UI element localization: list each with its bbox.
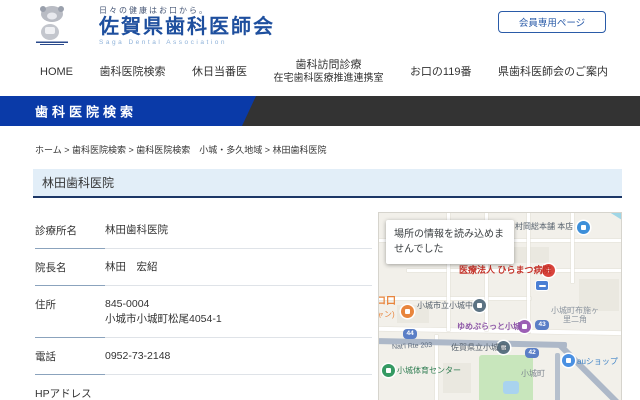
main-content: 診療所名 林田歯科医院 院長名 林田 宏紹 住所 845-0004 小城市小城町… — [35, 212, 640, 400]
nav-visiting-line2: 在宅歯科医療推進連携室 — [273, 72, 383, 85]
breadcrumb[interactable]: ホーム > 歯科医院検索 > 歯科医院検索 小城・多久地域 > 林田歯科医院 — [35, 143, 640, 156]
postal-code: 845-0004 — [105, 298, 149, 310]
nav-item-about[interactable]: 県歯科医師会のご案内 — [498, 66, 608, 79]
row-label: 電話 — [35, 338, 105, 375]
poi-label-cutoff-line2: ャン) — [378, 310, 395, 319]
page-banner: 歯科医院検索 — [0, 96, 640, 126]
route-shield-43: 43 — [535, 320, 549, 330]
area-label-ogimachi: 小城町 — [521, 369, 545, 378]
page-title: 林田歯科医院 — [33, 169, 622, 198]
row-label: 診療所名 — [35, 212, 105, 249]
row-label: 院長名 — [35, 249, 105, 286]
map-error-infobox: 場所の情報を読み込めませんでした — [386, 220, 514, 264]
area-label-fuse-line1: 小城町布施ヶ — [551, 306, 599, 315]
shop-icon[interactable] — [577, 221, 590, 234]
row-value: 845-0004 小城市小城町松尾4054-1 — [105, 286, 372, 338]
nav-item-mouth-119[interactable]: お口の119番 — [410, 66, 472, 79]
location-map[interactable]: 44 43 42 村岡総本舗 本店 医療法人 ひらまつ病院 小城市立小城中 ゆめ… — [378, 212, 622, 400]
area-label-fuse-line2: 里二角 — [563, 315, 587, 324]
poi-label-ogi-junior-high[interactable]: 小城市立小城中 — [417, 301, 473, 310]
row-value: 0952-73-2148 — [105, 338, 372, 375]
clinic-detail-table: 診療所名 林田歯科医院 院長名 林田 宏紹 住所 845-0004 小城市小城町… — [35, 212, 372, 400]
road-label-rte-203: Nat'l Rte 203 — [392, 341, 433, 352]
row-value — [105, 375, 372, 400]
member-page-button[interactable]: 会員専用ページ — [498, 11, 606, 33]
row-value: 林田歯科医院 — [105, 212, 372, 249]
poi-label-au-shop[interactable]: auショップ — [577, 357, 618, 366]
nav-visiting-line1: 歯科訪問診療 — [295, 59, 361, 71]
route-shield-44: 44 — [403, 329, 417, 339]
poi-label-hiramatsu[interactable]: 医療法人 ひらまつ病院 — [459, 266, 552, 275]
site-header: 日々の健康はお口から。 佐賀県歯科医師会 Saga Dental Associa… — [0, 0, 640, 48]
mobile-shop-icon[interactable] — [562, 354, 575, 367]
banner-title: 歯科医院検索 — [35, 102, 137, 121]
map-route-203-bend — [557, 342, 622, 400]
main-nav: HOME 歯科医院検索 休日当番医 歯科訪問診療 在宅歯科医療推進連携室 お口の… — [0, 48, 640, 96]
map-river — [587, 212, 622, 240]
school-icon[interactable] — [473, 299, 486, 312]
poi-label-cutoff-line1: ロ口 — [378, 297, 396, 306]
street-address: 小城市小城町松尾4054-1 — [105, 313, 222, 325]
site-subtitle-en: Saga Dental Association — [99, 39, 275, 46]
brand-block: 日々の健康はお口から。 佐賀県歯科医師会 Saga Dental Associa… — [99, 5, 275, 46]
table-row-clinic-name: 診療所名 林田歯科医院 — [35, 212, 372, 249]
poi-label-muraoka[interactable]: 村岡総本舗 本店 — [515, 222, 573, 231]
poi-label-ogi-high[interactable]: 佐賀県立小城高 — [451, 343, 507, 352]
row-value: 林田 宏紹 — [105, 249, 372, 286]
row-label: HPアドレス — [35, 375, 105, 400]
gym-icon[interactable] — [382, 364, 395, 377]
map-road — [379, 297, 531, 300]
bus-station-icon[interactable] — [536, 281, 548, 290]
site-title: 佐賀県歯科医師会 — [99, 16, 275, 39]
table-row-homepage: HPアドレス — [35, 375, 372, 400]
association-mascot-logo — [28, 3, 80, 45]
poi-label-yumepuratto[interactable]: ゆめぷらっと小城 — [457, 322, 521, 331]
restaurant-icon[interactable] — [401, 305, 414, 318]
map-road-vertical — [555, 353, 560, 400]
nav-item-holiday-duty[interactable]: 休日当番医 — [192, 66, 247, 79]
nav-item-home[interactable]: HOME — [40, 66, 73, 79]
brand-tagline: 日々の健康はお口から。 — [99, 5, 275, 16]
nav-item-clinic-search[interactable]: 歯科医院検索 — [99, 66, 165, 79]
route-shield-42: 42 — [525, 348, 539, 358]
table-row-director: 院長名 林田 宏紹 — [35, 249, 372, 286]
poi-label-gym[interactable]: 小城体育センター — [397, 366, 461, 375]
map-pond — [503, 381, 519, 394]
row-label: 住所 — [35, 286, 105, 338]
table-row-address: 住所 845-0004 小城市小城町松尾4054-1 — [35, 286, 372, 338]
table-row-phone: 電話 0952-73-2148 — [35, 338, 372, 375]
nav-item-visiting-care[interactable]: 歯科訪問診療 在宅歯科医療推進連携室 — [273, 59, 383, 85]
